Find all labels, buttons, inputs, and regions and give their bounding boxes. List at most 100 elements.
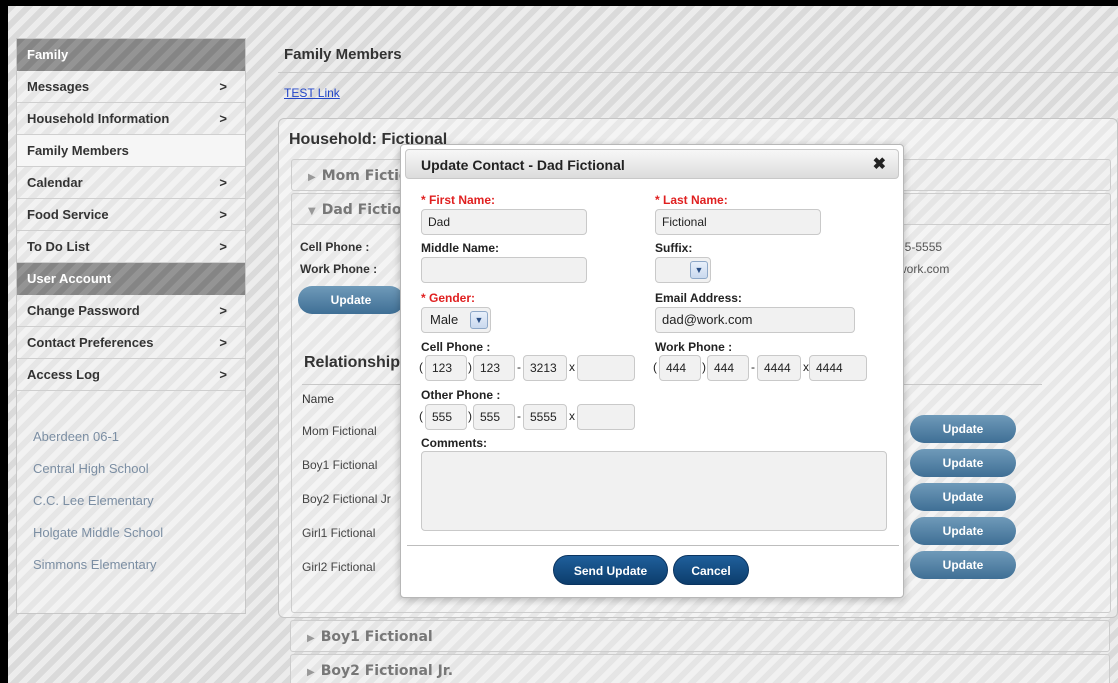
school-link[interactable]: C.C. Lee Elementary <box>17 485 245 517</box>
first-name-label: * First Name: <box>421 193 496 207</box>
paren-open: ( <box>419 360 423 374</box>
chevron-right-icon: > <box>219 303 227 318</box>
ext-symbol: x <box>569 409 575 423</box>
other-area-code[interactable]: 555 <box>425 404 467 430</box>
chevron-right-icon: > <box>219 207 227 222</box>
update-relationship-button[interactable]: Update <box>910 483 1016 511</box>
other-phone-label: Other Phone : <box>421 388 501 402</box>
chevron-right-icon: > <box>219 175 227 190</box>
work-area-code[interactable]: 444 <box>659 355 701 381</box>
sidebar-item-family-members[interactable]: Family Members <box>17 135 245 167</box>
chevron-down-icon: ▼ <box>690 261 708 279</box>
chevron-right-icon: ▶ <box>307 633 315 644</box>
dash: - <box>517 360 521 374</box>
dash: - <box>751 360 755 374</box>
relationship-name: Boy1 Fictional <box>302 458 378 472</box>
sidebar-item-label: To Do List <box>27 239 90 254</box>
update-relationship-button[interactable]: Update <box>910 517 1016 545</box>
accordion-label: Boy1 Fictional <box>320 629 433 645</box>
sidebar-header-user-account: User Account <box>17 263 245 295</box>
update-relationship-button[interactable]: Update <box>910 449 1016 477</box>
chevron-right-icon: > <box>219 367 227 382</box>
dialog-header: Update Contact - Dad Fictional ✖ <box>405 149 899 179</box>
name-column-header: Name <box>302 392 335 406</box>
relationship-name: Mom Fictional <box>302 424 377 438</box>
app-frame: Family Messages > Household Information > … <box>8 6 1118 683</box>
other-line-number[interactable]: 5555 <box>523 404 567 430</box>
accordion-label: Boy2 Fictional Jr. <box>320 663 454 679</box>
sidebar-item-label: Calendar <box>27 175 83 190</box>
paren-close: ) <box>468 409 472 423</box>
accordion-boy1[interactable]: ▶ Boy1 Fictional <box>290 620 1110 652</box>
school-link[interactable]: Aberdeen 06-1 <box>17 421 245 453</box>
cell-area-code[interactable]: 123 <box>425 355 467 381</box>
gender-label: * Gender: <box>421 291 476 305</box>
sidebar-item-calendar[interactable]: Calendar > <box>17 167 245 199</box>
sidebar-item-change-password[interactable]: Change Password > <box>17 295 245 327</box>
last-name-field[interactable]: Fictional <box>655 209 821 235</box>
last-name-label: * Last Name: <box>655 193 728 207</box>
chevron-right-icon: > <box>219 239 227 254</box>
middle-name-field[interactable] <box>421 257 587 283</box>
work-extension[interactable]: 4444 <box>809 355 867 381</box>
comments-label: Comments: <box>421 436 488 450</box>
relationships-title: Relationships <box>304 354 409 371</box>
school-list: Aberdeen 06-1 Central High School C.C. L… <box>17 391 245 581</box>
relationship-name: Girl2 Fictional <box>302 560 376 574</box>
dialog-footer-divider <box>407 545 899 546</box>
sidebar: Family Messages > Household Information > … <box>16 38 246 614</box>
sidebar-header-family: Family <box>17 39 245 71</box>
sidebar-item-label: Contact Preferences <box>27 335 154 350</box>
school-link[interactable]: Holgate Middle School <box>17 517 245 549</box>
chevron-down-icon: ▼ <box>308 206 316 217</box>
other-extension[interactable] <box>577 404 635 430</box>
gender-select[interactable]: Male ▼ <box>421 307 491 333</box>
update-relationship-button[interactable]: Update <box>910 551 1016 579</box>
work-phone-label: Work Phone : <box>300 262 378 276</box>
sidebar-item-food-service[interactable]: Food Service > <box>17 199 245 231</box>
email-field[interactable]: dad@work.com <box>655 307 855 333</box>
cancel-button[interactable]: Cancel <box>673 555 749 585</box>
sidebar-item-label: Access Log <box>27 367 100 382</box>
chevron-down-icon: ▼ <box>470 311 488 329</box>
accordion-boy2[interactable]: ▶ Boy2 Fictional Jr. <box>290 654 1110 683</box>
test-link[interactable]: TEST Link <box>284 86 340 100</box>
school-link[interactable]: Central High School <box>17 453 245 485</box>
update-dad-button[interactable]: Update <box>298 286 404 314</box>
update-relationship-button[interactable]: Update <box>910 415 1016 443</box>
sidebar-item-label: Family Members <box>27 143 129 158</box>
sidebar-item-access-log[interactable]: Access Log > <box>17 359 245 391</box>
paren-open: ( <box>653 360 657 374</box>
cell-line-number[interactable]: 3213 <box>523 355 567 381</box>
work-line-number[interactable]: 4444 <box>757 355 801 381</box>
sidebar-item-label: Household Information <box>27 111 170 126</box>
chevron-right-icon: ▶ <box>307 667 315 678</box>
school-link[interactable]: Simmons Elementary <box>17 549 245 581</box>
suffix-select[interactable]: ▼ <box>655 257 711 283</box>
work-prefix[interactable]: 444 <box>707 355 749 381</box>
sidebar-item-label: Food Service <box>27 207 109 222</box>
cell-phone-label: Cell Phone : <box>300 240 370 254</box>
comments-field[interactable] <box>421 451 887 531</box>
sidebar-item-household-information[interactable]: Household Information > <box>17 103 245 135</box>
cell-extension[interactable] <box>577 355 635 381</box>
sidebar-item-label: Change Password <box>27 303 140 318</box>
update-contact-dialog: Update Contact - Dad Fictional ✖ * First… <box>400 144 904 598</box>
first-name-field[interactable]: Dad <box>421 209 587 235</box>
ext-symbol: x <box>569 360 575 374</box>
other-prefix[interactable]: 555 <box>473 404 515 430</box>
send-update-button[interactable]: Send Update <box>553 555 668 585</box>
paren-open: ( <box>419 409 423 423</box>
cell-prefix[interactable]: 123 <box>473 355 515 381</box>
relationship-name: Boy2 Fictional Jr <box>302 492 391 506</box>
close-icon[interactable]: ✖ <box>873 154 886 174</box>
relationship-name: Girl1 Fictional <box>302 526 376 540</box>
sidebar-item-label: Messages <box>27 79 90 94</box>
sidebar-item-messages[interactable]: Messages > <box>17 71 245 103</box>
sidebar-item-contact-preferences[interactable]: Contact Preferences > <box>17 327 245 359</box>
page-title: Family Members <box>284 46 402 63</box>
chevron-right-icon: ▶ <box>308 172 316 183</box>
title-divider <box>278 72 1118 73</box>
sidebar-item-to-do-list[interactable]: To Do List > <box>17 231 245 263</box>
cell-phone-label: Cell Phone : <box>421 340 491 354</box>
